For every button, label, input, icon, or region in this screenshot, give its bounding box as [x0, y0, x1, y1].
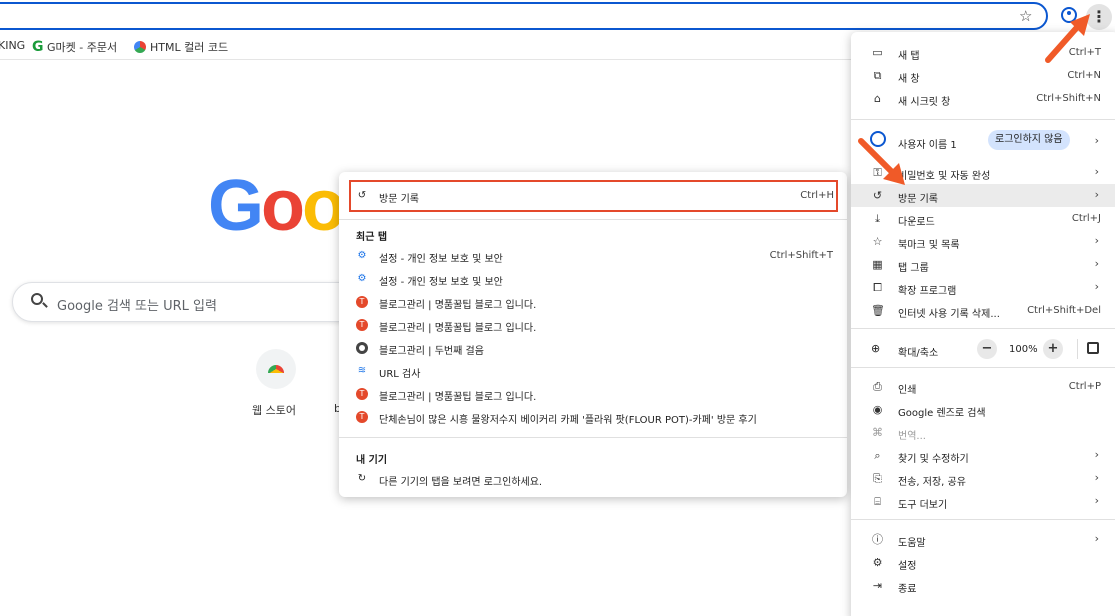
translate-icon: ⌘: [872, 426, 883, 439]
zoom-out-button[interactable]: −: [977, 339, 997, 359]
tab-groups-icon: ▦: [872, 258, 883, 271]
zoom-in-button[interactable]: +: [1043, 339, 1063, 359]
menu-item-extensions[interactable]: ⧠ 확장 프로그램 ›: [851, 276, 1115, 299]
menu-item-help[interactable]: ⓘ 도움말 ›: [851, 528, 1115, 551]
gear-icon: ⚙: [872, 556, 883, 569]
gear-icon: ⚙: [357, 250, 367, 261]
divider: [1077, 339, 1078, 359]
menu-item-translate[interactable]: ⌘ 번역...: [851, 421, 1115, 444]
divider: [851, 328, 1115, 329]
new-tab-icon: ▭: [872, 46, 883, 59]
menu-item-clear-browsing-data[interactable]: 🗑 인터넷 사용 기록 삭제... Ctrl+Shift+Del: [851, 299, 1115, 322]
chevron-right-icon: ›: [1094, 257, 1099, 270]
toolbar: ☆ ⋮: [0, 0, 1115, 34]
zoom-row: ⊕ 확대/축소 − 100% +: [851, 336, 1115, 362]
incognito-icon: ⌂: [874, 92, 881, 105]
find-icon: ⌕: [874, 449, 881, 462]
recent-tabs-heading: 최근 탭: [356, 232, 388, 243]
menu-item-downloads[interactable]: ⤓ 다운로드 Ctrl+J: [851, 207, 1115, 230]
recent-tab-item[interactable]: 블로그관리 | 두번째 걸음: [339, 337, 847, 359]
browser-window: ☆ ⋮ KING G G마켓 - 주문서 HTML 컬러 코드 Goo Goog…: [0, 0, 1115, 616]
my-devices-heading: 내 기기: [356, 455, 388, 466]
recent-tab-item[interactable]: T 블로그관리 | 명품꿀팁 블로그 입니다.: [339, 291, 847, 313]
history-submenu: ↺ 방문 기록 Ctrl+H 최근 탭 ⚙ 설정 - 개인 정보 보호 및 보안…: [339, 172, 847, 497]
menu-item-incognito[interactable]: ⌂ 새 시크릿 창 Ctrl+Shift+N: [851, 87, 1115, 110]
chrome-main-menu: ▭ 새 탭 Ctrl+T ⧉ 새 창 Ctrl+N ⌂ 새 시크릿 창 Ctrl…: [851, 32, 1115, 616]
blog-favicon-icon: T: [356, 411, 368, 423]
my-devices-login-item[interactable]: ↻ 다른 기기의 탭을 보려면 로그인하세요.: [339, 468, 847, 490]
blog-favicon-icon: T: [356, 319, 368, 331]
divider: [339, 219, 847, 220]
share-icon: ⎘: [873, 472, 882, 485]
recent-tab-item[interactable]: ≋ URL 검사: [339, 360, 847, 382]
sync-icon: ↻: [357, 473, 367, 484]
menu-item-more-tools[interactable]: ⌸ 도구 더보기 ›: [851, 490, 1115, 513]
color-wheel-icon: [134, 41, 146, 53]
zoom-icon: ⊕: [871, 342, 881, 355]
chevron-right-icon: ›: [1094, 532, 1099, 545]
trash-icon: 🗑: [871, 304, 885, 317]
recent-tab-item[interactable]: ⚙ 설정 - 개인 정보 보호 및 보안 Ctrl+Shift+T: [339, 245, 847, 267]
shortcut-label: 웹 스토어: [252, 404, 296, 417]
chevron-right-icon: ›: [1094, 471, 1099, 484]
zoom-level: 100%: [1009, 344, 1038, 355]
history-icon: ↺: [357, 190, 367, 201]
bookmark-item[interactable]: G G마켓 - 주문서: [32, 39, 117, 55]
blog-favicon-icon: T: [356, 296, 368, 308]
globe-icon: [356, 342, 368, 354]
chevron-right-icon: ›: [1094, 188, 1099, 201]
google-logo: Goo: [208, 166, 346, 246]
chevron-right-icon: ›: [1094, 234, 1099, 247]
help-icon: ⓘ: [872, 533, 883, 546]
menu-item-tab-groups[interactable]: ▦ 탭 그룹 ›: [851, 253, 1115, 276]
download-icon: ⤓: [875, 212, 880, 225]
gmarket-icon: G: [32, 39, 44, 55]
menu-item-print[interactable]: ⎙ 인쇄 Ctrl+P: [851, 375, 1115, 398]
menu-item-bookmarks[interactable]: ☆ 북마크 및 목록 ›: [851, 230, 1115, 253]
sign-in-status-badge: 로그인하지 않음: [988, 130, 1070, 150]
toolbox-icon: ⌸: [874, 495, 881, 508]
menu-item-find-edit[interactable]: ⌕ 찾기 및 수정하기 ›: [851, 444, 1115, 467]
menu-item-cast-save-share[interactable]: ⎘ 전송, 저장, 공유 ›: [851, 467, 1115, 490]
url-inspect-icon: ≋: [357, 365, 367, 376]
submenu-history-item[interactable]: ↺ 방문 기록 Ctrl+H: [339, 185, 847, 207]
exit-icon: ⇥: [872, 579, 883, 592]
star-icon: ☆: [872, 235, 883, 248]
menu-item-new-window[interactable]: ⧉ 새 창 Ctrl+N: [851, 64, 1115, 87]
divider: [851, 119, 1115, 120]
chevron-right-icon: ›: [1094, 448, 1099, 461]
lens-icon: ◉: [872, 403, 883, 416]
recent-tab-item[interactable]: T 블로그관리 | 명품꿀팁 블로그 입니다.: [339, 383, 847, 405]
recent-tab-item[interactable]: T 블로그관리 | 명품꿀팁 블로그 입니다.: [339, 314, 847, 336]
divider: [339, 437, 847, 438]
bookmark-item[interactable]: HTML 컬러 코드: [134, 39, 228, 55]
bookmark-item[interactable]: KING: [0, 39, 25, 52]
divider: [851, 367, 1115, 368]
blog-favicon-icon: T: [356, 388, 368, 400]
chevron-right-icon: ›: [1094, 280, 1099, 293]
annotation-arrow-icon: [858, 138, 905, 185]
recent-tab-item[interactable]: T 단체손님이 많은 시흥 물왕저수지 베이커리 카페 '플라워 팟(FLOUR…: [339, 406, 847, 428]
annotation-arrow-icon: [1045, 14, 1090, 63]
chevron-right-icon: ›: [1094, 494, 1099, 507]
web-store-shortcut[interactable]: [256, 349, 296, 389]
menu-item-exit[interactable]: ⇥ 종료: [851, 574, 1115, 597]
menu-item-settings[interactable]: ⚙ 설정: [851, 551, 1115, 574]
bookmark-star-icon[interactable]: ☆: [1019, 7, 1032, 25]
chevron-right-icon: ›: [1094, 134, 1099, 147]
fullscreen-icon[interactable]: [1087, 342, 1099, 354]
search-box[interactable]: Google 검색 또는 URL 입력: [12, 282, 372, 322]
chevron-right-icon: ›: [1094, 165, 1099, 178]
recent-tab-item[interactable]: ⚙ 설정 - 개인 정보 보호 및 보안: [339, 268, 847, 290]
search-icon: [31, 293, 43, 305]
printer-icon: ⎙: [873, 380, 882, 393]
menu-item-google-lens[interactable]: ◉ Google 렌즈로 검색: [851, 398, 1115, 421]
search-placeholder: Google 검색 또는 URL 입력: [57, 299, 217, 314]
gear-icon: ⚙: [357, 273, 367, 284]
divider: [851, 519, 1115, 520]
new-window-icon: ⧉: [873, 69, 882, 82]
puzzle-icon: ⧠: [873, 281, 882, 294]
address-bar[interactable]: [0, 2, 1048, 30]
